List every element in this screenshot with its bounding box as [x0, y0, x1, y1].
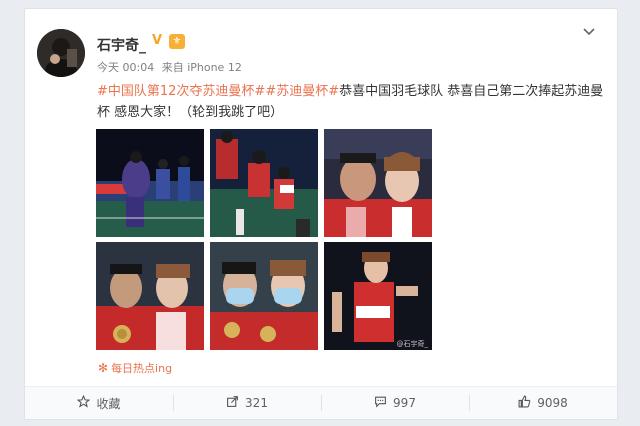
like-button[interactable]: 9098: [469, 387, 617, 419]
post-text: #中国队第12次夺苏迪曼杯##苏迪曼杯#恭喜中国羽毛球队 恭喜自己第二次捧起苏迪…: [97, 81, 607, 123]
hashtag-link[interactable]: #中国队第12次夺苏迪曼杯#: [97, 84, 265, 99]
weibo-post-card: 石宇奇_ V ⚜ 今天 00:04 来自 iPhone 12 #中国队第12次夺…: [24, 8, 618, 420]
comment-button[interactable]: 997: [321, 387, 469, 419]
username[interactable]: 石宇奇_: [97, 35, 146, 55]
star-icon: [77, 394, 91, 412]
like-count: 9098: [537, 396, 568, 410]
comment-icon: [374, 395, 387, 412]
chevron-down-icon[interactable]: [579, 23, 599, 43]
action-bar: 收藏 321 997 9098: [25, 386, 617, 419]
favorite-label: 收藏: [96, 396, 121, 411]
image-grid: @石宇奇_: [96, 129, 436, 359]
post-device: 来自 iPhone 12: [161, 61, 242, 74]
favorite-button[interactable]: 收藏: [25, 387, 173, 419]
user-avatar[interactable]: [37, 29, 85, 77]
player-cheer-photo[interactable]: @石宇奇_: [324, 242, 432, 350]
share-icon: [226, 395, 239, 412]
post-meta: 今天 00:04 来自 iPhone 12: [97, 59, 246, 75]
thumbs-up-icon: [518, 395, 531, 412]
selfie-coach-photo[interactable]: [324, 129, 432, 237]
topic-source[interactable]: ✻ 每日热点ing: [98, 360, 172, 376]
verified-icon[interactable]: V: [152, 34, 166, 48]
repost-button[interactable]: 321: [173, 387, 321, 419]
vip-icon[interactable]: ⚜: [169, 34, 185, 49]
hashtag-link[interactable]: #苏迪曼杯#: [265, 84, 339, 99]
post-time[interactable]: 今天 00:04: [97, 61, 154, 74]
image-watermark: @石宇奇_: [397, 339, 429, 348]
selfie-medals-photo[interactable]: [96, 242, 204, 350]
player-jump-photo[interactable]: [210, 129, 318, 237]
masked-selfie-photo[interactable]: [210, 242, 318, 350]
repost-count: 321: [245, 396, 268, 410]
comment-count: 997: [393, 396, 416, 410]
flower-icon: ✻: [98, 361, 109, 375]
team-celebration-photo[interactable]: [96, 129, 204, 237]
topic-source-label: 每日热点ing: [111, 362, 173, 375]
